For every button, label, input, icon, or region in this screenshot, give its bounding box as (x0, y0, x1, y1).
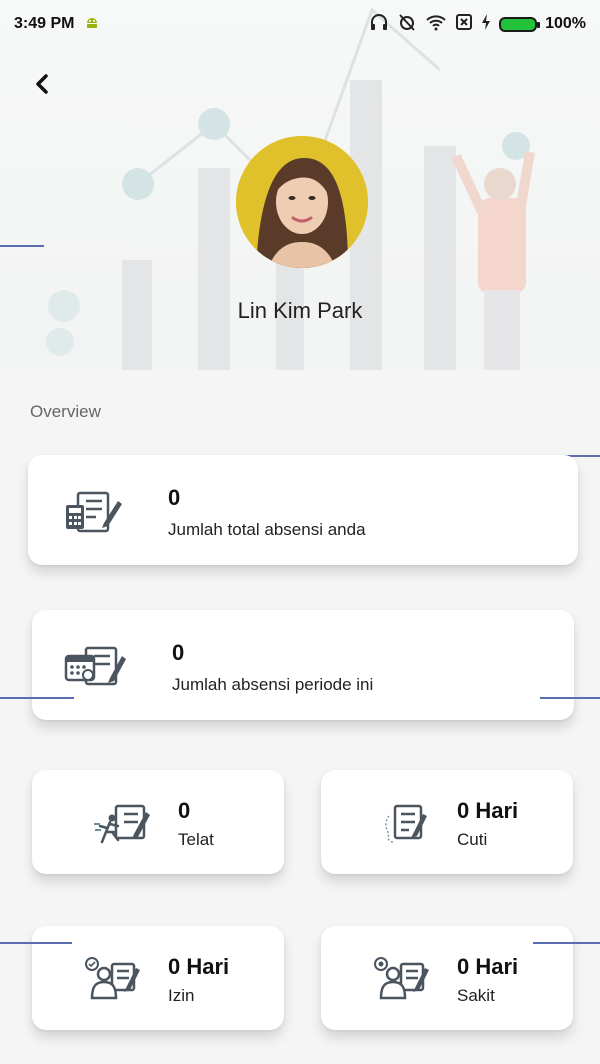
section-title: Overview (30, 402, 101, 421)
running-late-icon (94, 802, 154, 849)
leave-label: Cuti (457, 830, 488, 849)
battery-percent: 100% (545, 15, 586, 32)
avatar (236, 136, 368, 268)
battery-icon (499, 16, 541, 32)
status-time: 3:49 PM (14, 15, 75, 32)
headphones-icon (369, 13, 389, 36)
sim-off-icon (455, 13, 473, 36)
period-attendance-label: Jumlah absensi periode ini (172, 675, 374, 694)
late-card[interactable]: 0 Telat (32, 770, 284, 874)
total-attendance-label: Jumlah total absensi anda (168, 520, 366, 539)
period-attendance-value: 0 (172, 640, 185, 665)
permit-value: 0 Hari (168, 954, 230, 979)
alarm-off-icon (397, 13, 417, 36)
leave-value: 0 Hari (457, 798, 519, 823)
status-bar: 3:49 PM 100% (0, 0, 600, 48)
calculator-form-icon (64, 489, 126, 538)
profile-header: 3:49 PM 100% Lin Kim Park (0, 0, 600, 370)
late-label: Telat (178, 830, 214, 849)
total-attendance-value: 0 (168, 485, 181, 510)
decorative-line (533, 942, 600, 944)
calendar-form-icon (64, 644, 130, 693)
permit-label: Izin (168, 986, 195, 1005)
back-button[interactable] (26, 68, 58, 100)
permit-person-icon (84, 956, 142, 1005)
decorative-line (0, 697, 74, 699)
decorative-line (0, 942, 72, 944)
charging-icon (481, 13, 491, 36)
leave-form-icon (383, 802, 429, 849)
sick-value: 0 Hari (457, 954, 519, 979)
android-icon (84, 14, 100, 35)
sick-person-icon (373, 956, 431, 1005)
wifi-icon (425, 13, 447, 36)
total-attendance-card[interactable]: 0 Jumlah total absensi anda (28, 455, 578, 565)
sick-label: Sakit (457, 986, 495, 1005)
decorative-line (540, 697, 600, 699)
leave-card[interactable]: 0 Hari Cuti (321, 770, 573, 874)
profile-name: Lin Kim Park (237, 298, 363, 323)
chevron-left-icon (36, 74, 48, 94)
late-value: 0 (178, 798, 191, 823)
period-attendance-card[interactable]: 0 Jumlah absensi periode ini (32, 610, 574, 720)
